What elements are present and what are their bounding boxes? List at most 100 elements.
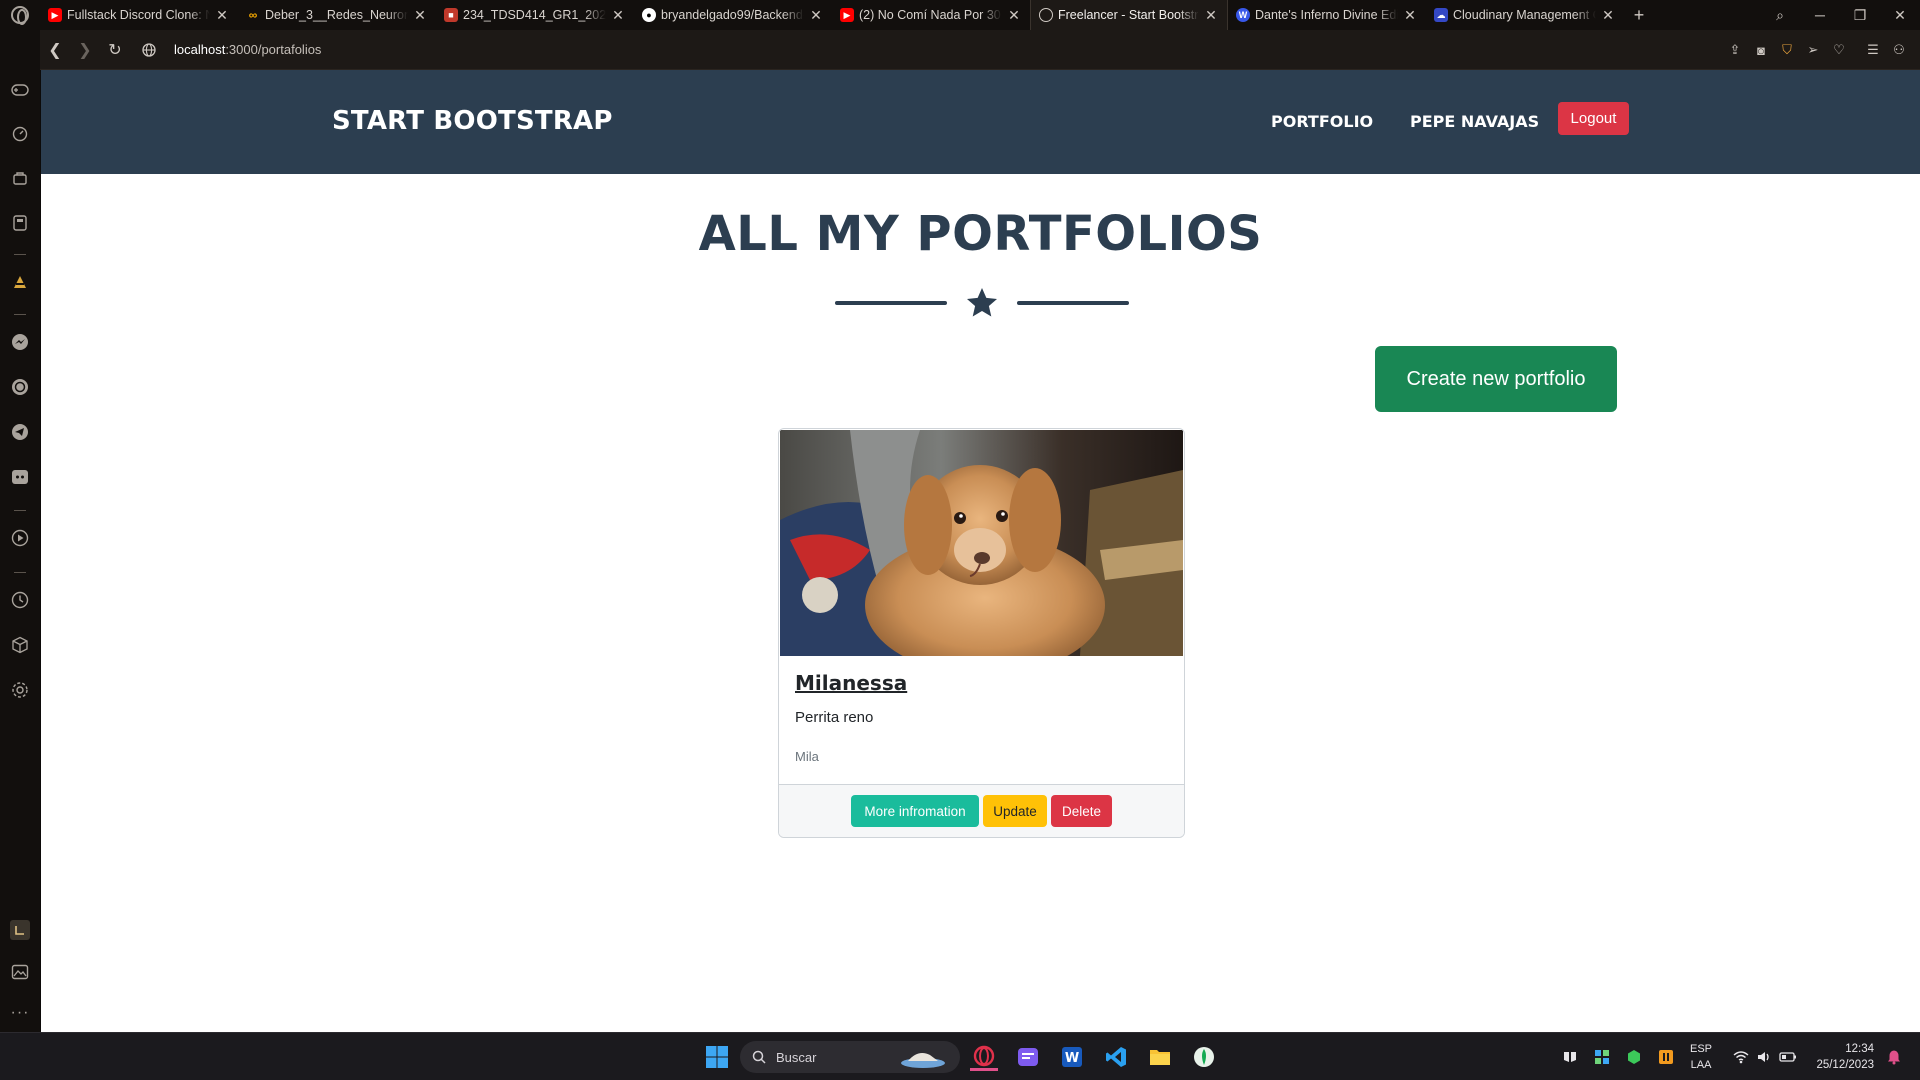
brand-link[interactable]: START BOOTSTRAP — [332, 106, 613, 136]
bookmark-heart-icon[interactable]: ♡ — [1828, 39, 1850, 61]
windows-start-icon[interactable] — [703, 1043, 731, 1071]
easy-setup-icon[interactable]: ☰ — [1862, 39, 1884, 61]
clock-time: 12:34 — [1845, 1043, 1874, 1055]
address-bar-tools: ⇪ ◙ ⛉ ➢ ♡ ☰ ⚇ — [1724, 30, 1910, 70]
tray-grid-icon[interactable] — [1588, 1043, 1616, 1071]
moodle-icon: ■ — [444, 8, 458, 22]
wordpress-icon: W — [1236, 8, 1250, 22]
page-viewport: START BOOTSTRAP PORTFOLIO PEPE NAVAJAS L… — [41, 70, 1920, 1032]
update-button[interactable]: Update — [983, 795, 1047, 827]
snapshot-icon[interactable]: ◙ — [1750, 39, 1772, 61]
close-tab-icon[interactable]: ✕ — [1600, 7, 1616, 24]
tab-title: bryandelgado99/Backend- — [661, 8, 804, 22]
site-info-icon[interactable] — [138, 39, 160, 61]
aria-ai-icon[interactable] — [10, 272, 30, 292]
sidebar-divider — [14, 254, 26, 255]
discord-icon[interactable] — [10, 467, 30, 487]
bag-icon[interactable] — [10, 168, 30, 188]
nav-portfolio-link[interactable]: PORTFOLIO — [1271, 112, 1373, 131]
opera-menu-icon[interactable] — [0, 0, 40, 30]
vscode-icon[interactable] — [1102, 1043, 1130, 1071]
taskbar-search[interactable]: Buscar — [740, 1041, 960, 1073]
close-tab-icon[interactable]: ✕ — [1006, 7, 1022, 24]
history-clock-icon[interactable] — [10, 590, 30, 610]
reload-icon[interactable]: ↻ — [100, 35, 130, 65]
notification-bell-icon[interactable] — [1880, 1043, 1908, 1071]
close-tab-icon[interactable]: ✕ — [1402, 7, 1418, 24]
whatsapp-icon[interactable] — [10, 377, 30, 397]
back-icon[interactable]: ❮ — [40, 35, 70, 65]
close-tab-icon[interactable]: ✕ — [1203, 7, 1219, 24]
profile-icon[interactable]: ⚇ — [1888, 39, 1910, 61]
tray-hex-icon[interactable] — [1620, 1043, 1648, 1071]
close-tab-icon[interactable]: ✕ — [610, 7, 626, 24]
input-language[interactable]: ESP LAA — [1690, 1041, 1712, 1073]
file-explorer-icon[interactable] — [1146, 1043, 1174, 1071]
tab-discord-clone[interactable]: ▶ Fullstack Discord Clone: Ne ✕ — [40, 0, 238, 30]
divider-line-left — [835, 301, 947, 305]
more-info-button[interactable]: More infromation — [851, 795, 979, 827]
close-tab-icon[interactable]: ✕ — [214, 7, 230, 24]
word-icon[interactable]: W — [1058, 1043, 1086, 1071]
calculator-icon[interactable] — [10, 213, 30, 233]
forward-icon[interactable]: ❯ — [70, 35, 100, 65]
tab-title: Freelancer - Start Bootstrap — [1058, 8, 1199, 22]
nav-user-link[interactable]: PEPE NAVAJAS — [1410, 112, 1539, 131]
portfolio-title-link[interactable]: Milanessa — [795, 671, 907, 695]
tab-redes-neuronales[interactable]: ∞ Deber_3__Redes_Neuronale ✕ — [238, 0, 436, 30]
github-icon: ● — [642, 8, 656, 22]
search-icon — [752, 1050, 766, 1064]
keyboard-layout: LAA — [1690, 1059, 1712, 1071]
divider-line-right — [1017, 301, 1129, 305]
new-tab-icon[interactable]: + — [1624, 0, 1654, 30]
logout-button[interactable]: Logout — [1558, 102, 1629, 135]
share-icon[interactable]: ⇪ — [1724, 39, 1746, 61]
close-tab-icon[interactable]: ✕ — [808, 7, 824, 24]
close-window-icon[interactable]: ✕ — [1880, 7, 1920, 24]
delete-button[interactable]: Delete — [1051, 795, 1112, 827]
speedometer-icon[interactable] — [10, 124, 30, 144]
opera-gx-taskbar-icon[interactable] — [970, 1043, 998, 1071]
card-footer: More infromation Update Delete — [779, 784, 1184, 837]
battery-icon[interactable] — [1774, 1043, 1802, 1071]
tab-search-icon[interactable]: ⌕ — [1760, 7, 1800, 24]
close-tab-icon[interactable]: ✕ — [412, 7, 428, 24]
restore-icon[interactable]: ❐ — [1840, 7, 1880, 24]
url-field[interactable]: localhost:3000/portafolios — [174, 42, 321, 57]
workspace-icon[interactable] — [10, 920, 30, 940]
gamepad-icon[interactable] — [10, 80, 30, 100]
tray-app-icon[interactable] — [1556, 1043, 1584, 1071]
vpn-shield-icon[interactable]: ⛉ — [1776, 39, 1798, 61]
opera-sidebar: ··· — [0, 30, 40, 1032]
system-clock[interactable]: 12:34 25/12/2023 — [1816, 1041, 1874, 1073]
create-portfolio-button[interactable]: Create new portfolio — [1375, 346, 1617, 412]
minimize-icon[interactable]: ─ — [1800, 7, 1840, 23]
tab-youtube-video[interactable]: ▶ (2) No Comí Nada Por 30 D ✕ — [832, 0, 1030, 30]
messenger-icon[interactable] — [10, 332, 30, 352]
player-icon[interactable] — [10, 528, 30, 548]
notes-app-icon[interactable] — [1014, 1043, 1042, 1071]
tab-title: 234_TDSD414_GR1_2023-2 — [463, 8, 606, 22]
tab-title: Fullstack Discord Clone: Ne — [67, 8, 210, 22]
tab-freelancer[interactable]: Freelancer - Start Bootstrap ✕ — [1030, 0, 1228, 30]
tab-wordpress[interactable]: W Dante's Inferno Divine Editi ✕ — [1228, 0, 1426, 30]
telegram-icon[interactable] — [10, 422, 30, 442]
mongodb-compass-icon[interactable] — [1190, 1043, 1218, 1071]
sidebar-divider — [14, 314, 26, 315]
extensions-cube-icon[interactable] — [10, 635, 30, 655]
tab-moodle[interactable]: ■ 234_TDSD414_GR1_2023-2 ✕ — [436, 0, 634, 30]
tab-github[interactable]: ● bryandelgado99/Backend- ✕ — [634, 0, 832, 30]
more-dots-icon[interactable]: ··· — [10, 1003, 30, 1023]
tab-title: Dante's Inferno Divine Editi — [1255, 8, 1398, 22]
globe-icon — [1039, 8, 1053, 22]
colab-icon: ∞ — [248, 8, 258, 22]
star-icon — [967, 288, 997, 317]
gallery-icon[interactable] — [10, 962, 30, 982]
tab-cloudinary[interactable]: ☁ Cloudinary Management C ✕ — [1426, 0, 1624, 30]
cloudinary-icon: ☁ — [1434, 8, 1448, 22]
settings-gear-icon[interactable] — [10, 680, 30, 700]
tab-list: ▶ Fullstack Discord Clone: Ne ✕ ∞ Deber_… — [40, 0, 1624, 30]
tray-orange-icon[interactable] — [1652, 1043, 1680, 1071]
send-icon[interactable]: ➢ — [1802, 39, 1824, 61]
star-divider — [835, 282, 1129, 322]
